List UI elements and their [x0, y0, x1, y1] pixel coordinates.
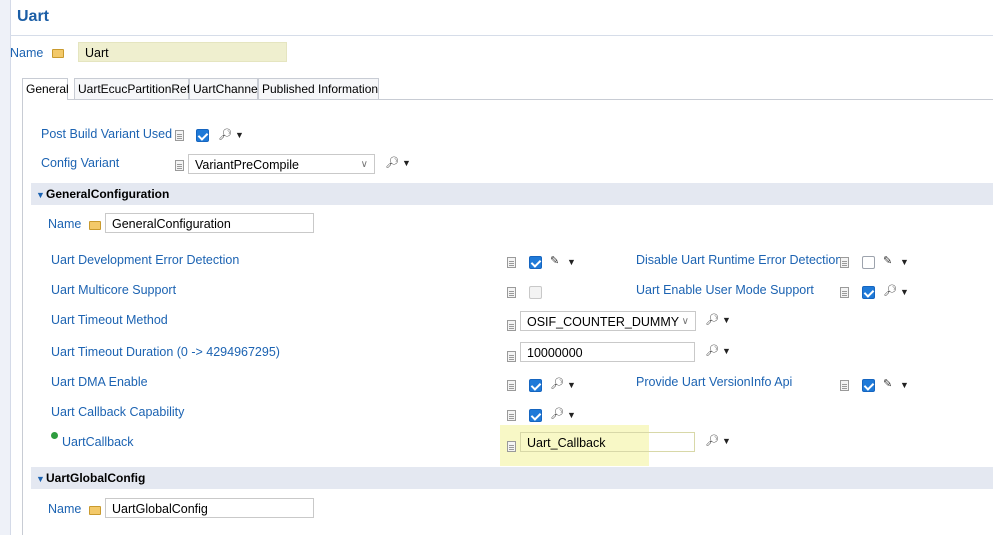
default-value-icon — [175, 160, 184, 171]
left-gutter — [0, 0, 11, 535]
dropdown-arrow-icon[interactable]: ▼ — [722, 314, 731, 327]
section-title: UartGlobalConfig — [46, 471, 146, 485]
folder-icon — [89, 506, 101, 515]
dropdown-arrow-icon[interactable]: ▼ — [722, 435, 731, 448]
tab-general[interactable]: General — [22, 78, 69, 100]
title-divider — [10, 35, 993, 36]
calculator-wand-icon[interactable]: 🔎︎ — [385, 157, 399, 170]
multicore-support-label: Uart Multicore Support — [51, 283, 177, 297]
default-value-icon — [840, 380, 849, 391]
timeout-duration-label: Uart Timeout Duration (0 -> 4294967295) — [51, 345, 280, 359]
name-label: Name — [10, 46, 44, 60]
dev-error-detection-label: Uart Development Error Detection — [51, 253, 240, 267]
version-info-api-label: Provide Uart VersionInfo Api — [636, 375, 793, 389]
folder-icon — [52, 49, 64, 58]
default-value-icon — [507, 257, 516, 268]
general-config-name-field[interactable]: GeneralConfiguration — [105, 213, 314, 233]
calculator-wand-icon[interactable]: 🔎︎ — [705, 314, 719, 327]
multicore-support-checkbox[interactable] — [529, 286, 542, 299]
dropdown-arrow-icon[interactable]: ▼ — [567, 409, 576, 422]
dma-enable-checkbox[interactable] — [529, 379, 542, 392]
post-build-variant-used-label: Post Build Variant Used — [41, 127, 173, 141]
calculator-wand-icon[interactable]: 🔎︎ — [550, 408, 564, 421]
default-value-icon — [507, 441, 516, 452]
default-value-icon — [507, 320, 516, 331]
section-title: GeneralConfiguration — [46, 187, 170, 201]
section-general-configuration[interactable]: ▼GeneralConfiguration — [31, 183, 993, 205]
dropdown-arrow-icon[interactable]: ▼ — [722, 345, 731, 358]
dropdown-arrow-icon[interactable]: ▼ — [567, 256, 576, 269]
calculator-wand-icon[interactable]: 🔎︎ — [705, 435, 719, 448]
dropdown-arrow-icon[interactable]: ▼ — [567, 379, 576, 392]
timeout-method-value: OSIF_COUNTER_DUMMY — [527, 315, 680, 329]
tab-uart-channel[interactable]: UartChannel — [189, 78, 260, 99]
user-mode-support-checkbox[interactable] — [862, 286, 875, 299]
collapse-icon[interactable]: ▼ — [36, 468, 46, 490]
required-indicator-icon — [51, 432, 58, 439]
default-value-icon — [175, 130, 184, 141]
general-config-name-label: Name — [48, 217, 82, 231]
timeout-method-select[interactable]: OSIF_COUNTER_DUMMY ∨ — [520, 311, 696, 331]
tab-uart-ecuc-partition-ref[interactable]: UartEcucPartitionRef — [74, 78, 190, 99]
page-title: Uart — [17, 8, 50, 25]
callback-field[interactable]: Uart_Callback — [520, 432, 695, 452]
dma-enable-label: Uart DMA Enable — [51, 375, 148, 389]
collapse-icon[interactable]: ▼ — [36, 184, 46, 206]
global-config-name-field[interactable]: UartGlobalConfig — [105, 498, 314, 518]
dropdown-arrow-icon[interactable]: ▼ — [235, 129, 244, 142]
default-value-icon — [507, 351, 516, 362]
config-variant-select[interactable]: VariantPreCompile ∨ — [188, 154, 375, 174]
calculator-wand-icon[interactable]: 🔎︎ — [218, 129, 232, 142]
global-config-name-label: Name — [48, 502, 82, 516]
default-value-icon — [840, 257, 849, 268]
disable-runtime-error-label: Disable Uart Runtime Error Detection — [636, 253, 843, 267]
pencil-icon[interactable]: ✎ — [883, 255, 892, 268]
callback-capability-checkbox[interactable] — [529, 409, 542, 422]
pencil-icon[interactable]: ✎ — [883, 378, 892, 391]
calculator-wand-icon[interactable]: 🔎︎ — [883, 285, 897, 298]
module-name-field[interactable]: Uart — [78, 42, 287, 62]
dropdown-arrow-icon[interactable]: ▼ — [900, 256, 909, 269]
dropdown-arrow-icon[interactable]: ▼ — [900, 379, 909, 392]
config-variant-label: Config Variant — [41, 156, 120, 170]
chevron-down-icon: ∨ — [681, 316, 689, 327]
calculator-wand-icon[interactable]: 🔎︎ — [550, 378, 564, 391]
dev-error-detection-checkbox[interactable] — [529, 256, 542, 269]
calculator-wand-icon[interactable]: 🔎︎ — [705, 345, 719, 358]
tab-panel-border — [22, 99, 23, 535]
chevron-down-icon: ∨ — [360, 159, 368, 170]
version-info-api-checkbox[interactable] — [862, 379, 875, 392]
disable-runtime-error-checkbox[interactable] — [862, 256, 875, 269]
callback-label: UartCallback — [62, 435, 134, 449]
default-value-icon — [507, 287, 516, 298]
default-value-icon — [840, 287, 849, 298]
tab-published-information[interactable]: Published Information — [258, 78, 379, 99]
post-build-variant-used-checkbox[interactable] — [196, 129, 209, 142]
callback-capability-label: Uart Callback Capability — [51, 405, 185, 419]
pencil-icon[interactable]: ✎ — [550, 255, 559, 268]
timeout-duration-field[interactable]: 10000000 — [520, 342, 695, 362]
dropdown-arrow-icon[interactable]: ▼ — [402, 157, 411, 170]
folder-icon — [89, 221, 101, 230]
dropdown-arrow-icon[interactable]: ▼ — [900, 286, 909, 299]
section-uart-global-config[interactable]: ▼UartGlobalConfig — [31, 467, 993, 489]
default-value-icon — [507, 410, 516, 421]
timeout-method-label: Uart Timeout Method — [51, 313, 168, 327]
config-variant-value: VariantPreCompile — [195, 158, 299, 172]
default-value-icon — [507, 380, 516, 391]
user-mode-support-label: Uart Enable User Mode Support — [636, 283, 814, 297]
